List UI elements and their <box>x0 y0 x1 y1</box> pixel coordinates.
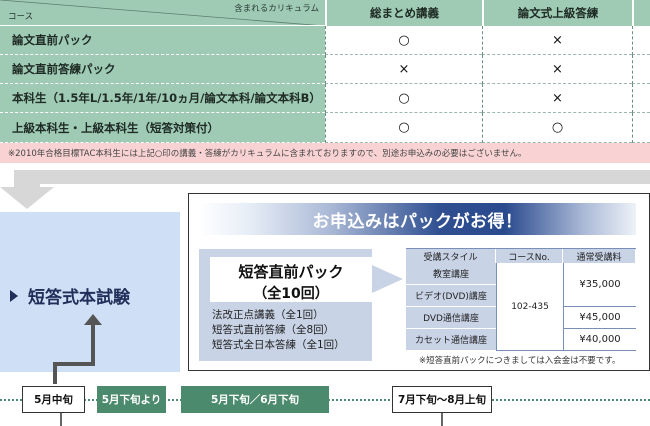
timeline-july-august: 7月下旬～8月上旬 <box>392 386 492 413</box>
blank-cell <box>632 26 650 55</box>
course-number: 102-435 <box>496 263 563 351</box>
price-header-style: 受講スタイル <box>406 249 496 263</box>
timeline-mid-may: 5月中旬 <box>22 386 85 413</box>
pack-note: ※短答直前パックにつきましては入会金は不要です。 <box>419 356 621 366</box>
column-header-advanced-practice: 論文式上級答練 <box>482 0 632 26</box>
mark-cell: ○ <box>325 84 482 113</box>
curriculum-note: ※2010年合格目標TAC本科生には上記○印の講義・答練がカリキュラムに含まれて… <box>0 143 650 163</box>
column-header-summary-lecture: 総まとめ講義 <box>325 0 482 26</box>
price-header-fee: 通常受講料 <box>563 249 636 263</box>
mark-cell: × <box>325 55 482 84</box>
blank-cell <box>632 84 650 113</box>
column-header-blank <box>632 0 650 26</box>
course-name: 上級本科生・上級本科生（短答対策付） <box>0 113 325 143</box>
pack-items: 法改正点講義（全1回） 短答式直前答練（全8回） 短答式全日本答練（全1回） <box>212 308 345 353</box>
pack-item: 短答式全日本答練（全1回） <box>212 339 345 351</box>
pack-count: （全10回） <box>253 286 329 302</box>
style-dvd: DVD通信講座 <box>406 307 496 329</box>
blank-cell <box>632 55 650 84</box>
pack-item: 法改正点講義（全1回） <box>212 309 324 321</box>
price-header-course-no: コースNo. <box>496 249 563 263</box>
blank-cell <box>632 113 650 143</box>
course-name: 本科生（1.5年L/1.5年/1年/10ヵ月/論文本科/論文本科B） <box>0 84 325 113</box>
triangle-right-icon <box>10 289 18 302</box>
flow-stem <box>14 170 40 188</box>
mark-cell: ○ <box>325 113 482 143</box>
price-classroom-video: ¥35,000 <box>563 263 636 307</box>
mark-cell: × <box>482 26 632 55</box>
header-course-label: コース <box>8 12 34 22</box>
exam-title-text: 短答式本試験 <box>28 288 130 308</box>
pack-arrow-icon <box>372 265 403 293</box>
pack-title-box: 短答直前パック （全10回） <box>210 257 372 302</box>
connector-line <box>91 320 95 365</box>
promo-banner: お申込みはパックがお得！ <box>199 203 636 235</box>
mark-cell: ○ <box>482 113 632 143</box>
arrow-down-icon <box>0 187 54 209</box>
course-name: 論文直前パック <box>0 26 325 55</box>
pack-item: 短答式直前答練（全8回） <box>212 324 335 336</box>
table-row: 論文直前パック ○ × <box>0 26 650 55</box>
style-classroom: 教室講座 <box>406 263 496 285</box>
price-dvd: ¥45,000 <box>563 307 636 329</box>
flow-bar <box>33 170 650 184</box>
timeline-stub <box>441 413 443 426</box>
mark-cell: × <box>482 84 632 113</box>
pack-title: 短答直前パック <box>238 263 344 281</box>
table-row: 本科生（1.5年L/1.5年/1年/10ヵ月/論文本科/論文本科B） ○ × <box>0 84 650 113</box>
style-video: ビデオ(DVD)講座 <box>406 285 496 307</box>
table-row: 論文直前答練パック × × <box>0 55 650 84</box>
table-corner-header: 含まれるカリキュラム コース <box>0 0 325 26</box>
price-cassette: ¥40,000 <box>563 329 636 351</box>
timeline-late-may: 5月下旬より <box>97 386 166 413</box>
course-name: 論文直前答練パック <box>0 55 325 84</box>
style-cassette: カセット通信講座 <box>406 329 496 351</box>
header-curriculum-label: 含まれるカリキュラム <box>234 4 319 14</box>
exam-title: 短答式本試験 <box>10 283 130 308</box>
timeline-late-may-june: 5月下旬／6月下旬 <box>181 386 329 413</box>
connector-line <box>53 362 95 366</box>
table-row: 上級本科生・上級本科生（短答対策付） ○ ○ <box>0 113 650 143</box>
connector-line <box>53 362 57 384</box>
timeline-stub <box>60 413 62 426</box>
mark-cell: ○ <box>325 26 482 55</box>
mark-cell: × <box>482 55 632 84</box>
